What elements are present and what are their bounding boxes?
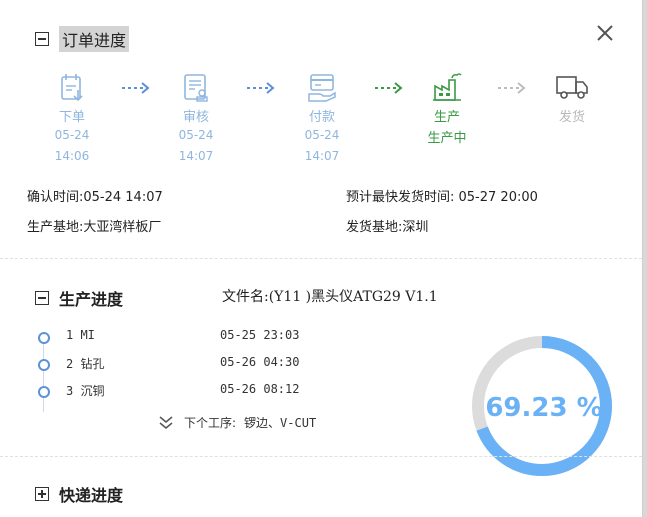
process-time: 05-26 04:30 xyxy=(220,355,300,369)
truck-icon xyxy=(556,76,588,99)
double-chevron-down-icon[interactable] xyxy=(158,415,174,430)
express-progress-title: 快递进度 xyxy=(59,486,124,505)
step-date: 05-24 xyxy=(54,128,90,142)
order-progress-header: 订单进度 xyxy=(35,26,130,52)
production-progress-title: 生产进度 xyxy=(59,290,124,309)
step-label: 下单 xyxy=(58,110,85,125)
arrow-right-icon xyxy=(247,82,275,94)
process-name: 1 MI xyxy=(66,328,95,342)
ship-base: 发货基地:深圳 xyxy=(346,220,429,235)
process-row: 1 MI 05-25 23:03 xyxy=(36,328,336,348)
process-time: 05-25 23:03 xyxy=(220,328,300,342)
process-time: 05-26 08:12 xyxy=(220,382,300,396)
timeline-dot xyxy=(38,386,50,398)
process-name: 3 沉铜 xyxy=(66,384,105,398)
step-status: 生产中 xyxy=(427,131,467,146)
process-row: 3 沉铜 05-26 08:12 xyxy=(36,382,336,402)
review-stamp-icon xyxy=(184,74,208,102)
file-name: 文件名:(Y11 )黑头仪ATG29 V1.1 xyxy=(222,289,438,305)
express-progress-header: 快递进度 xyxy=(35,482,123,506)
expected-ship-time: 预计最快发货时间: 05-27 20:00 xyxy=(346,190,538,205)
factory-icon xyxy=(433,73,462,101)
step-order: 下单 05-24 14:06 xyxy=(42,72,102,167)
step-shipping: 发货 xyxy=(542,72,602,125)
order-progress-title: 订单进度 xyxy=(59,26,130,52)
production-base: 生产基地:大亚湾样板厂 xyxy=(27,220,162,235)
confirm-time: 确认时间:05-24 14:07 xyxy=(27,190,163,205)
step-production: 生产 生产中 xyxy=(417,72,477,146)
arrow-right-icon xyxy=(122,82,150,94)
collapse-order-icon[interactable] xyxy=(35,32,49,46)
arrow-right-icon xyxy=(375,82,403,94)
divider xyxy=(0,456,642,457)
step-label: 发货 xyxy=(558,110,585,125)
process-name: 2 钻孔 xyxy=(66,357,105,371)
progress-ring: 69.23 % xyxy=(472,336,612,476)
timeline-dot xyxy=(38,332,50,344)
collapse-production-icon[interactable] xyxy=(35,291,49,305)
next-process-value: 锣边、V-CUT xyxy=(244,416,317,430)
step-time: 14:07 xyxy=(178,149,214,163)
next-process[interactable]: 下个工序: 锣边、V-CUT xyxy=(158,414,316,431)
step-payment: 付款 05-24 14:07 xyxy=(292,72,352,167)
order-progress-panel: 订单进度 下单 05-24 14:06 审核 05-24 14:07 付款 05… xyxy=(0,0,643,517)
production-progress-header: 生产进度 xyxy=(35,286,123,310)
step-review: 审核 05-24 14:07 xyxy=(166,72,226,167)
close-icon[interactable] xyxy=(592,20,618,46)
step-time: 14:07 xyxy=(304,149,340,163)
step-date: 05-24 xyxy=(304,128,340,142)
step-label: 生产 xyxy=(433,110,460,125)
step-label: 审核 xyxy=(182,110,209,125)
step-label: 付款 xyxy=(308,110,335,125)
arrow-right-icon xyxy=(498,82,526,94)
order-doc-icon xyxy=(61,74,83,102)
expand-express-icon[interactable] xyxy=(35,487,49,501)
payment-card-icon xyxy=(308,74,336,102)
step-time: 14:06 xyxy=(54,149,90,163)
progress-percent: 69.23 % xyxy=(485,393,602,423)
divider xyxy=(0,258,642,259)
process-row: 2 钻孔 05-26 04:30 xyxy=(36,355,336,375)
timeline-dot xyxy=(38,359,50,371)
step-date: 05-24 xyxy=(178,128,214,142)
next-process-label: 下个工序: xyxy=(184,416,237,430)
